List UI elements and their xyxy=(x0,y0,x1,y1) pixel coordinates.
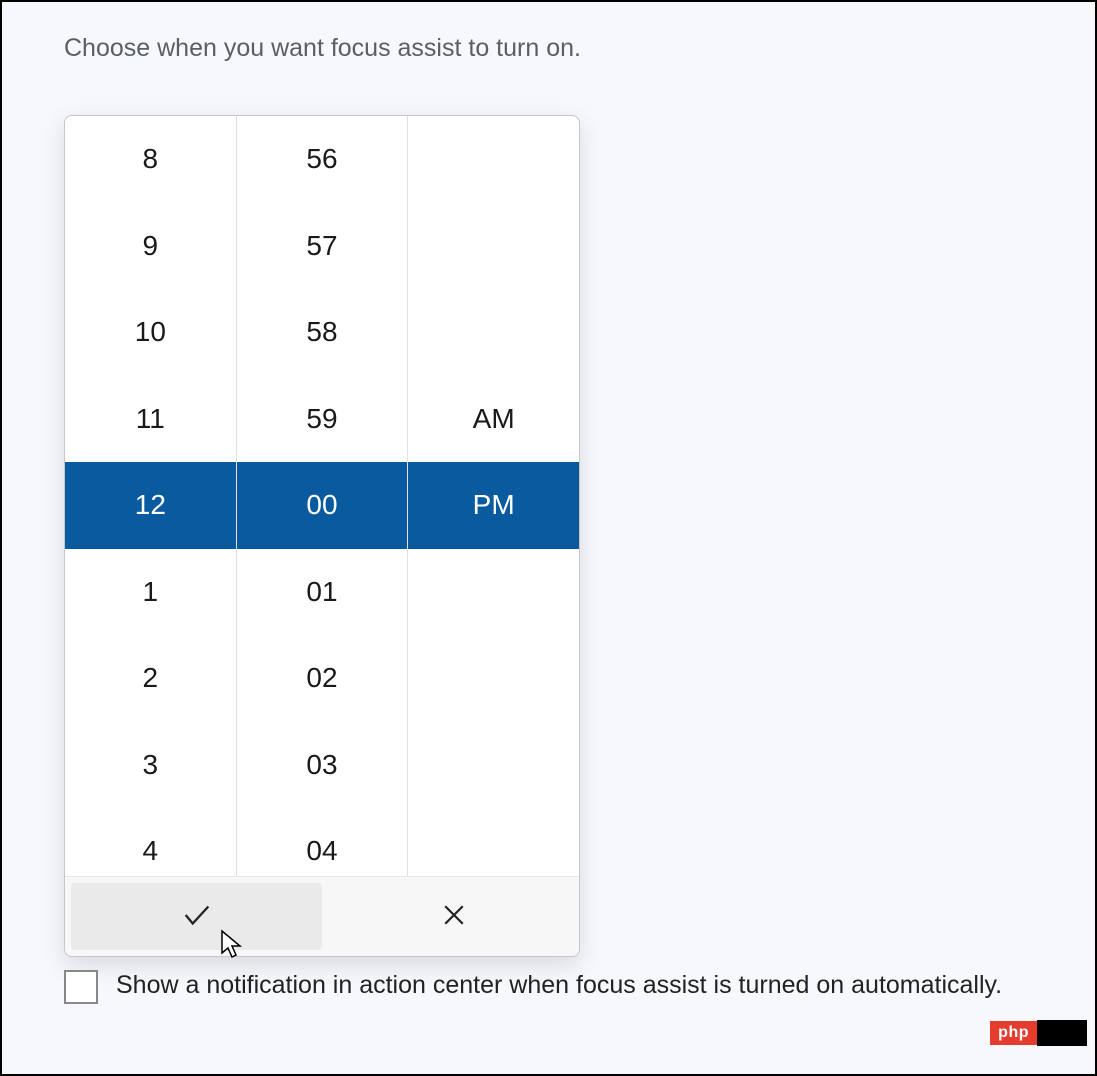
hour-option[interactable]: 2 xyxy=(65,635,236,722)
notification-checkbox-row: Show a notification in action center whe… xyxy=(64,968,1002,1004)
cancel-button[interactable] xyxy=(328,877,579,956)
hour-option[interactable]: 10 xyxy=(65,289,236,376)
empty-slot xyxy=(408,549,579,636)
hour-option[interactable]: 3 xyxy=(65,722,236,809)
minute-option[interactable]: 01 xyxy=(237,549,408,636)
empty-slot xyxy=(408,116,579,203)
check-icon xyxy=(180,898,214,935)
time-picker-footer xyxy=(65,876,579,956)
ampm-option[interactable]: AM xyxy=(408,376,579,463)
hour-option[interactable]: 8 xyxy=(65,116,236,203)
close-icon xyxy=(439,900,469,933)
page-title: Choose when you want focus assist to tur… xyxy=(2,2,1095,63)
minute-option[interactable]: 56 xyxy=(237,116,408,203)
notification-checkbox[interactable] xyxy=(64,970,98,1004)
ampm-option[interactable]: PM xyxy=(408,462,579,549)
minute-option[interactable]: 04 xyxy=(237,808,408,876)
watermark-text: php xyxy=(990,1021,1037,1045)
accept-button[interactable] xyxy=(71,883,322,950)
hour-option[interactable]: 9 xyxy=(65,203,236,290)
hour-option[interactable]: 11 xyxy=(65,376,236,463)
notification-checkbox-label: Show a notification in action center whe… xyxy=(116,968,1002,1003)
watermark: php xyxy=(990,1020,1087,1046)
minute-option[interactable]: 02 xyxy=(237,635,408,722)
empty-slot xyxy=(408,635,579,722)
time-picker-columns: 891011121234 565758590001020304 AMPM xyxy=(65,116,579,876)
hour-option[interactable]: 12 xyxy=(65,462,236,549)
minute-option[interactable]: 00 xyxy=(237,462,408,549)
empty-slot xyxy=(408,722,579,809)
ampm-column[interactable]: AMPM xyxy=(408,116,579,876)
minute-option[interactable]: 58 xyxy=(237,289,408,376)
minute-option[interactable]: 59 xyxy=(237,376,408,463)
empty-slot xyxy=(408,203,579,290)
empty-slot xyxy=(408,808,579,876)
watermark-block xyxy=(1037,1020,1087,1046)
hour-option[interactable]: 4 xyxy=(65,808,236,876)
empty-slot xyxy=(408,289,579,376)
minute-option[interactable]: 03 xyxy=(237,722,408,809)
hour-option[interactable]: 1 xyxy=(65,549,236,636)
minute-option[interactable]: 57 xyxy=(237,203,408,290)
hour-column[interactable]: 891011121234 xyxy=(65,116,237,876)
minute-column[interactable]: 565758590001020304 xyxy=(237,116,409,876)
time-picker: 891011121234 565758590001020304 AMPM xyxy=(64,115,580,957)
